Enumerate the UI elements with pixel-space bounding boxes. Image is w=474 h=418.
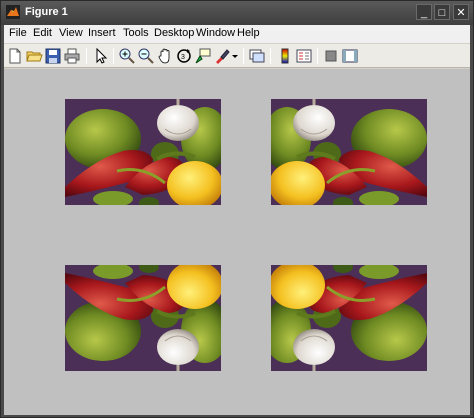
menu-help[interactable]: Help: [237, 27, 260, 39]
zoom-out-icon[interactable]: [137, 47, 155, 65]
menu-bar: File Edit View Insert Tools Desktop Wind…: [4, 25, 470, 43]
brush-dropdown-icon[interactable]: [231, 47, 239, 65]
menu-tools[interactable]: Tools: [123, 27, 149, 39]
menu-window[interactable]: Window: [196, 27, 235, 39]
vegetables-image: [271, 99, 427, 205]
vegetables-image: [65, 265, 221, 371]
toolbar-separator: [270, 48, 271, 64]
pan-icon[interactable]: [156, 47, 174, 65]
toolbar-separator: [113, 48, 114, 64]
window-title: Figure 1: [25, 6, 68, 18]
vegetables-image: [65, 99, 221, 205]
menu-edit[interactable]: Edit: [33, 27, 52, 39]
minimize-button[interactable]: _: [416, 4, 432, 20]
rotate-3d-icon[interactable]: 3: [175, 47, 193, 65]
figure-toolbar: 3: [4, 44, 470, 68]
hide-plot-tools-icon[interactable]: [322, 47, 340, 65]
image-axes-flipped-horizontal[interactable]: [271, 99, 427, 205]
figure-window: Figure 1 _ □ ✕ File Edit View Insert Too…: [0, 0, 474, 418]
menu-view[interactable]: View: [59, 27, 83, 39]
print-icon[interactable]: [63, 47, 81, 65]
save-icon[interactable]: [44, 47, 62, 65]
menu-file[interactable]: File: [9, 27, 27, 39]
toolbar-separator: [243, 48, 244, 64]
new-figure-icon[interactable]: [6, 47, 24, 65]
insert-legend-icon[interactable]: [295, 47, 313, 65]
matlab-logo-icon: [6, 5, 20, 19]
insert-colorbar-icon[interactable]: [276, 47, 294, 65]
data-cursor-icon[interactable]: [194, 47, 212, 65]
zoom-in-icon[interactable]: [118, 47, 136, 65]
show-plot-tools-icon[interactable]: [341, 47, 359, 65]
link-plot-icon[interactable]: [248, 47, 266, 65]
open-file-icon[interactable]: [25, 47, 43, 65]
title-bar: Figure 1 _ □ ✕: [1, 1, 473, 25]
client-area: File Edit View Insert Tools Desktop Wind…: [4, 25, 470, 415]
image-axes-flipped-both[interactable]: [271, 265, 427, 371]
figure-canvas: [4, 69, 470, 415]
image-axes-original[interactable]: [65, 99, 221, 205]
menu-desktop[interactable]: Desktop: [154, 27, 194, 39]
edit-plot-icon[interactable]: [92, 47, 110, 65]
image-axes-flipped-vertical[interactable]: [65, 265, 221, 371]
close-button[interactable]: ✕: [453, 4, 469, 20]
vegetables-image: [271, 265, 427, 371]
toolbar-separator: [317, 48, 318, 64]
menu-insert[interactable]: Insert: [88, 27, 116, 39]
svg-text:3: 3: [181, 54, 185, 61]
brush-icon[interactable]: [213, 47, 231, 65]
toolbar-separator: [86, 48, 87, 64]
maximize-button[interactable]: □: [434, 4, 450, 20]
